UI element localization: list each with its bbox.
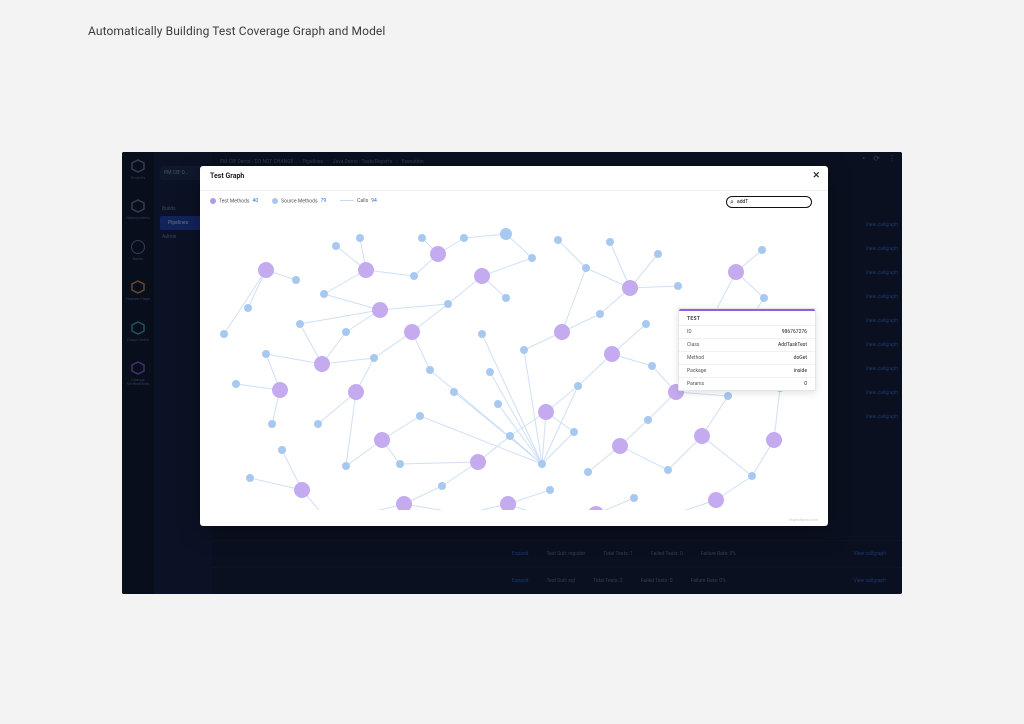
app-screenshot: Projects Deployments Builds Feature Flag… — [122, 152, 902, 594]
legend-source-methods: Source Methods79 — [272, 198, 326, 204]
modal-title: Test Graph — [210, 172, 244, 180]
page-title: Automatically Building Test Coverage Gra… — [88, 24, 385, 38]
legend-test-methods: Test Methods40 — [210, 198, 258, 204]
chart-watermark: Highcharts.com — [789, 517, 818, 522]
graph-search[interactable]: ⌕ — [726, 196, 812, 208]
search-input[interactable] — [735, 198, 799, 206]
graph-legend: Test Methods40 Source Methods79 Calls94 — [210, 198, 377, 204]
legend-calls: Calls94 — [340, 198, 377, 204]
search-icon: ⌕ — [730, 199, 734, 206]
modal-header: Test Graph ✕ — [200, 166, 828, 191]
node-tooltip: TEST ID986767276 ClassAddTaskTest Method… — [678, 308, 816, 391]
tooltip-heading: TEST — [679, 311, 815, 325]
test-graph-modal: Test Graph ✕ Test Methods40 Source Metho… — [200, 166, 828, 526]
close-icon[interactable]: ✕ — [812, 171, 820, 181]
